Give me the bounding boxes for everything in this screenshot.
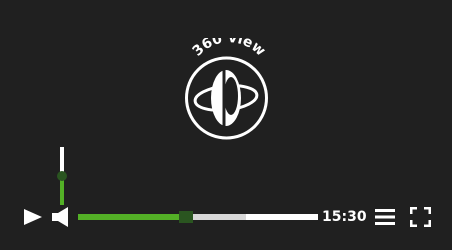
progress-thumb[interactable] — [179, 211, 193, 223]
volume-thumb[interactable] — [57, 171, 67, 181]
menu-icon — [375, 209, 395, 225]
fullscreen-icon — [409, 206, 432, 228]
progress-bar[interactable] — [78, 211, 318, 223]
volume-button[interactable] — [51, 207, 73, 227]
360-view-label: 360 view — [190, 38, 269, 60]
360-view-icon: 360 view — [185, 38, 269, 140]
time-display: 15:30 — [322, 209, 367, 225]
play-icon — [24, 209, 42, 225]
svg-text:360 view: 360 view — [190, 38, 269, 60]
video-player: 360 view 15:30 — [0, 0, 452, 250]
speaker-icon — [52, 207, 68, 227]
progress-played — [78, 214, 186, 220]
360-view-logo: 360 view — [180, 38, 275, 140]
menu-button[interactable] — [375, 208, 395, 226]
volume-slider[interactable] — [53, 147, 73, 205]
fullscreen-button[interactable] — [409, 206, 432, 228]
play-button[interactable] — [22, 207, 44, 227]
